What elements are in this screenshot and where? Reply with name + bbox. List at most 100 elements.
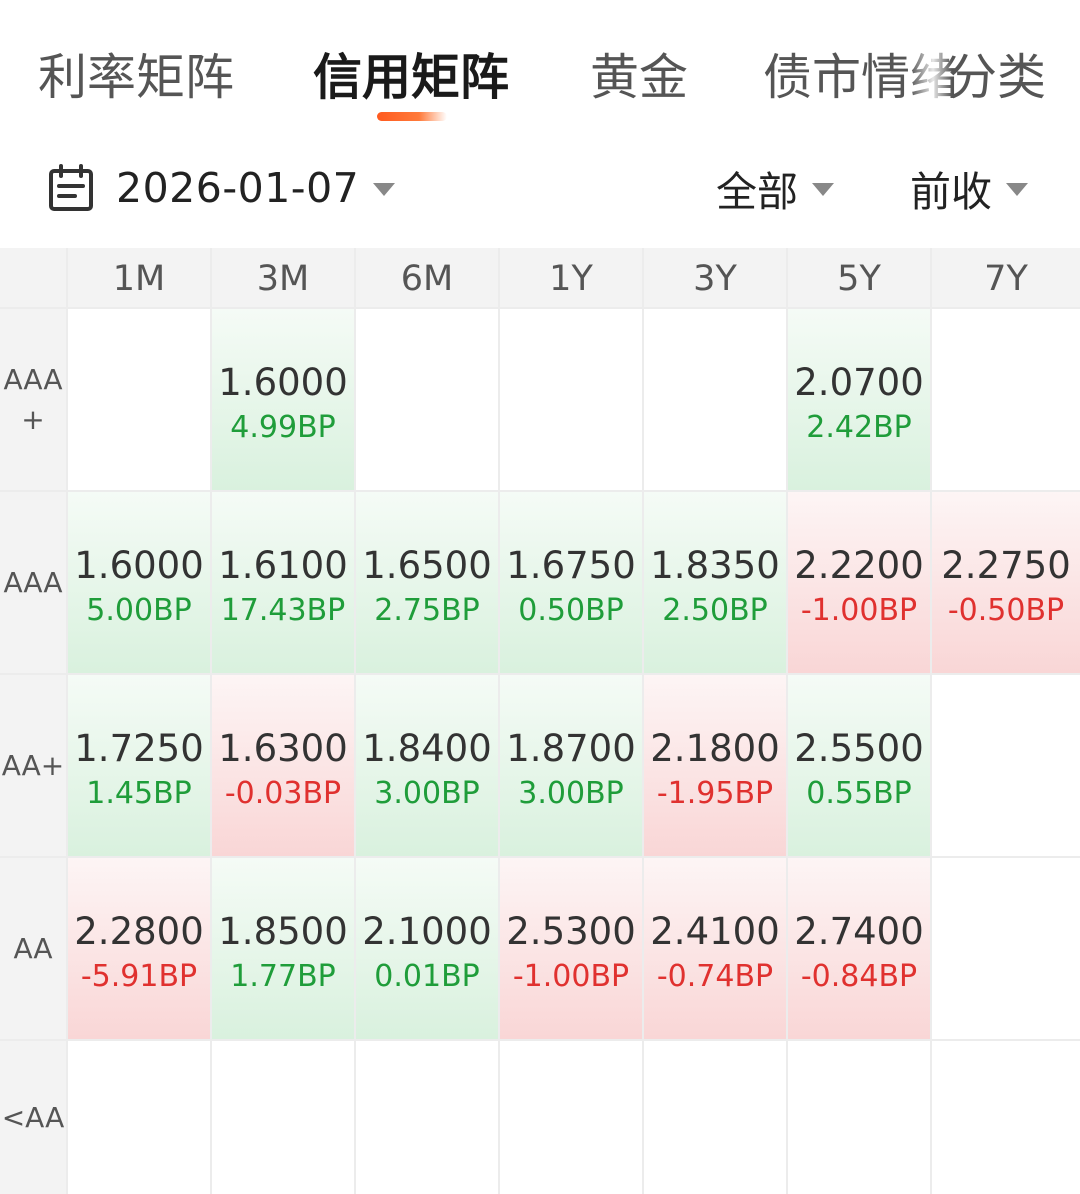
matrix-cell[interactable]: 2.4100 -0.74BP [644, 858, 786, 1039]
cell-yield-value: 1.8500 [218, 910, 348, 953]
row-header-label: <AA [2, 1098, 65, 1138]
price-basis-dropdown[interactable]: 前收 [910, 157, 1028, 219]
cell-yield-value: 1.6100 [218, 544, 348, 587]
cell-yield-value: 2.1800 [650, 727, 780, 770]
cell-yield-value: 1.6500 [362, 544, 492, 587]
matrix-cell-empty [212, 1041, 354, 1194]
tab-category[interactable]: 分类 [948, 40, 1046, 115]
row-label-line: AA [13, 931, 53, 965]
column-header: 3Y [644, 248, 786, 307]
matrix-cell-empty [356, 1041, 498, 1194]
cell-yield-value: 1.8400 [362, 727, 492, 770]
row-label-line: AAA [3, 565, 63, 599]
row-header: AAA + [0, 309, 66, 490]
matrix-cell-empty [788, 1041, 930, 1194]
cell-bp-change: -5.91BP [80, 959, 198, 994]
row-header: <AA [0, 1041, 66, 1194]
cell-bp-change: -0.74BP [656, 959, 774, 994]
cell-yield-value: 2.4100 [650, 910, 780, 953]
matrix-cell[interactable]: 2.2200 -1.00BP [788, 492, 930, 673]
row-header-label: AAA + [3, 360, 62, 440]
matrix-cell-empty [500, 1041, 642, 1194]
row-label-line: <AA [1, 1100, 65, 1134]
cell-yield-value: 2.1000 [362, 910, 492, 953]
matrix-cell[interactable]: 1.6000 5.00BP [68, 492, 210, 673]
cell-bp-change: 4.99BP [230, 410, 336, 445]
column-header: 3M [212, 248, 354, 307]
matrix-cell[interactable]: 2.2750 -0.50BP [932, 492, 1080, 673]
cell-yield-value: 2.0700 [794, 361, 924, 404]
matrix-cell-empty [932, 675, 1080, 856]
matrix-cell[interactable]: 2.0700 2.42BP [788, 309, 930, 490]
matrix-cell[interactable]: 1.8700 3.00BP [500, 675, 642, 856]
matrix-cell-empty [932, 858, 1080, 1039]
row-label-line: + [21, 402, 45, 436]
cell-bp-change: 1.45BP [86, 776, 192, 811]
matrix-cell[interactable]: 1.6100 17.43BP [212, 492, 354, 673]
credit-matrix-screen: 利率矩阵 信用矩阵 黄金 债市情绪 分类 2026-01-07 全部 前收 1M… [0, 0, 1080, 1194]
matrix-cell[interactable]: 1.7250 1.45BP [68, 675, 210, 856]
matrix-cell[interactable]: 2.5300 -1.00BP [500, 858, 642, 1039]
matrix-cell[interactable]: 1.6750 0.50BP [500, 492, 642, 673]
matrix-cell[interactable]: 2.7400 -0.84BP [788, 858, 930, 1039]
cell-bp-change: 3.00BP [374, 776, 480, 811]
cell-bp-change: -1.00BP [800, 593, 918, 628]
active-tab-indicator [377, 112, 447, 121]
credit-matrix-table: 1M 3M 6M 1Y 3Y 5Y 7Y AAA +1.6000 4.99BP 2.0700 2.42… [0, 248, 1080, 1194]
row-header-label: AA [13, 929, 52, 969]
cell-yield-value: 2.5500 [794, 727, 924, 770]
cell-bp-change: 1.77BP [230, 959, 336, 994]
matrix-corner [0, 248, 66, 307]
tab-credit-matrix[interactable]: 信用矩阵 [313, 40, 509, 115]
cell-yield-value: 1.6000 [74, 544, 204, 587]
matrix-cell[interactable]: 2.5500 0.55BP [788, 675, 930, 856]
cell-bp-change: -0.84BP [800, 959, 918, 994]
cell-yield-value: 2.2750 [941, 544, 1071, 587]
caret-down-icon [373, 182, 396, 196]
matrix-cell[interactable]: 1.6500 2.75BP [356, 492, 498, 673]
cell-yield-value: 1.6000 [218, 361, 348, 404]
cell-bp-change: 5.00BP [86, 593, 192, 628]
row-header-label: AA+ [2, 746, 65, 786]
column-header: 1Y [500, 248, 642, 307]
tab-gold[interactable]: 黄金 [590, 40, 688, 115]
cell-bp-change: -0.03BP [224, 776, 342, 811]
matrix-cell-empty [356, 309, 498, 490]
cell-bp-change: 2.75BP [374, 593, 480, 628]
row-label-line: AA+ [1, 748, 65, 782]
cell-yield-value: 1.7250 [74, 727, 204, 770]
cell-bp-change: 0.01BP [374, 959, 480, 994]
column-header: 5Y [788, 248, 930, 307]
date-value: 2026-01-07 [116, 164, 360, 212]
cell-bp-change: 2.42BP [806, 410, 912, 445]
matrix-cell[interactable]: 2.2800 -5.91BP [68, 858, 210, 1039]
column-header: 1M [68, 248, 210, 307]
matrix-cell-empty [68, 309, 210, 490]
row-header: AA+ [0, 675, 66, 856]
matrix-cell[interactable]: 2.1800 -1.95BP [644, 675, 786, 856]
date-picker[interactable]: 2026-01-07 [48, 157, 396, 219]
tab-rate-matrix[interactable]: 利率矩阵 [38, 40, 234, 115]
matrix-cell-empty [644, 309, 786, 490]
matrix-cell-empty [644, 1041, 786, 1194]
cell-yield-value: 2.5300 [506, 910, 636, 953]
caret-down-icon [1006, 182, 1028, 196]
matrix-cell[interactable]: 1.6300 -0.03BP [212, 675, 354, 856]
calendar-icon [48, 164, 94, 212]
tab-bar: 利率矩阵 信用矩阵 黄金 债市情绪 分类 [0, 0, 1080, 135]
row-header: AA [0, 858, 66, 1039]
cell-yield-value: 1.6750 [506, 544, 636, 587]
matrix-cell[interactable]: 1.8400 3.00BP [356, 675, 498, 856]
matrix-cell[interactable]: 1.6000 4.99BP [212, 309, 354, 490]
cell-bp-change: 0.55BP [806, 776, 912, 811]
matrix-cell-empty [68, 1041, 210, 1194]
cell-yield-value: 1.8350 [650, 544, 780, 587]
matrix-cell[interactable]: 1.8350 2.50BP [644, 492, 786, 673]
cell-yield-value: 2.2800 [74, 910, 204, 953]
cell-bp-change: 3.00BP [518, 776, 624, 811]
cell-yield-value: 1.6300 [218, 727, 348, 770]
tab-bond-sentiment[interactable]: 债市情绪 [763, 40, 959, 115]
matrix-cell[interactable]: 1.8500 1.77BP [212, 858, 354, 1039]
matrix-cell[interactable]: 2.1000 0.01BP [356, 858, 498, 1039]
scope-dropdown[interactable]: 全部 [716, 157, 834, 219]
